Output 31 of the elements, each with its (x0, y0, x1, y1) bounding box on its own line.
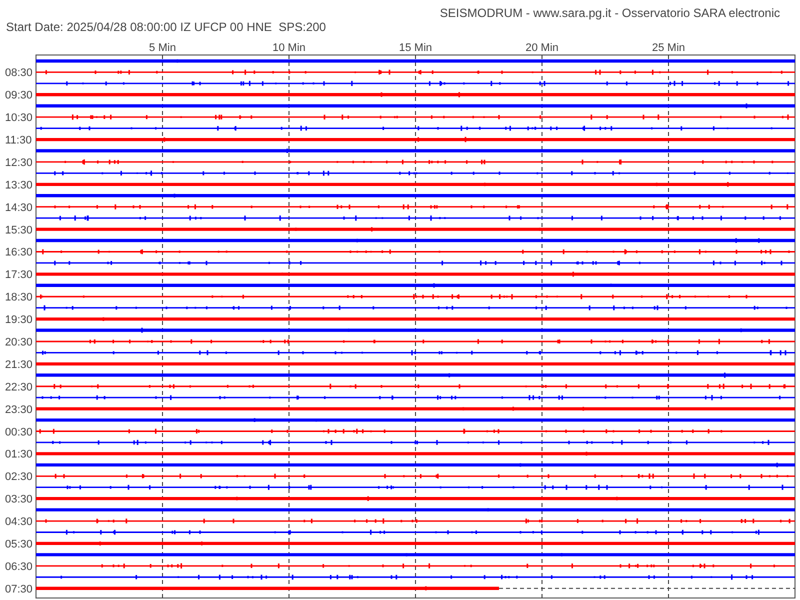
time-label: 04:30 (5, 516, 33, 528)
time-label: 17:30 (5, 269, 33, 282)
time-label: 02:30 (5, 471, 33, 484)
time-label: 15:30 (5, 224, 33, 236)
axis-tick-label: 20 Min (525, 42, 559, 54)
time-label: 01:30 (5, 448, 33, 461)
time-label: 12:30 (5, 156, 33, 169)
time-label: 16:30 (5, 246, 33, 259)
time-label: 20:30 (5, 336, 33, 348)
time-label: 19:30 (5, 314, 33, 326)
time-label: 09:30 (5, 90, 33, 102)
time-label: 05:30 (5, 538, 33, 550)
axis-tick-label: 5 Min (149, 42, 176, 54)
axis-tick-label: 25 Min (652, 42, 686, 54)
axis-tick-label: 10 Min (272, 42, 306, 54)
time-label: 08:30 (5, 67, 33, 80)
time-label: 03:30 (5, 494, 33, 506)
time-label: 14:30 (5, 202, 33, 214)
time-label: 00:30 (5, 426, 33, 438)
time-label: 23:30 (5, 404, 33, 416)
page-title: SEISMODRUM - www.sara.pg.it - Osservatorio SARA electronic (440, 6, 780, 20)
time-label: 21:30 (5, 358, 33, 371)
time-label: 10:30 (5, 112, 33, 124)
time-label: 07:30 (5, 583, 33, 596)
time-label: 18:30 (5, 292, 33, 304)
time-label: 13:30 (5, 179, 33, 192)
time-label: 11:30 (5, 134, 32, 147)
start-date-info: Start Date: 2025/04/28 08:00:00 IZ UFCP 00 HNE SPS:200 (5, 20, 327, 35)
time-label: 22:30 (5, 381, 33, 394)
axis-tick-label: 15 Min (398, 42, 432, 54)
time-label: 06:30 (5, 560, 33, 573)
